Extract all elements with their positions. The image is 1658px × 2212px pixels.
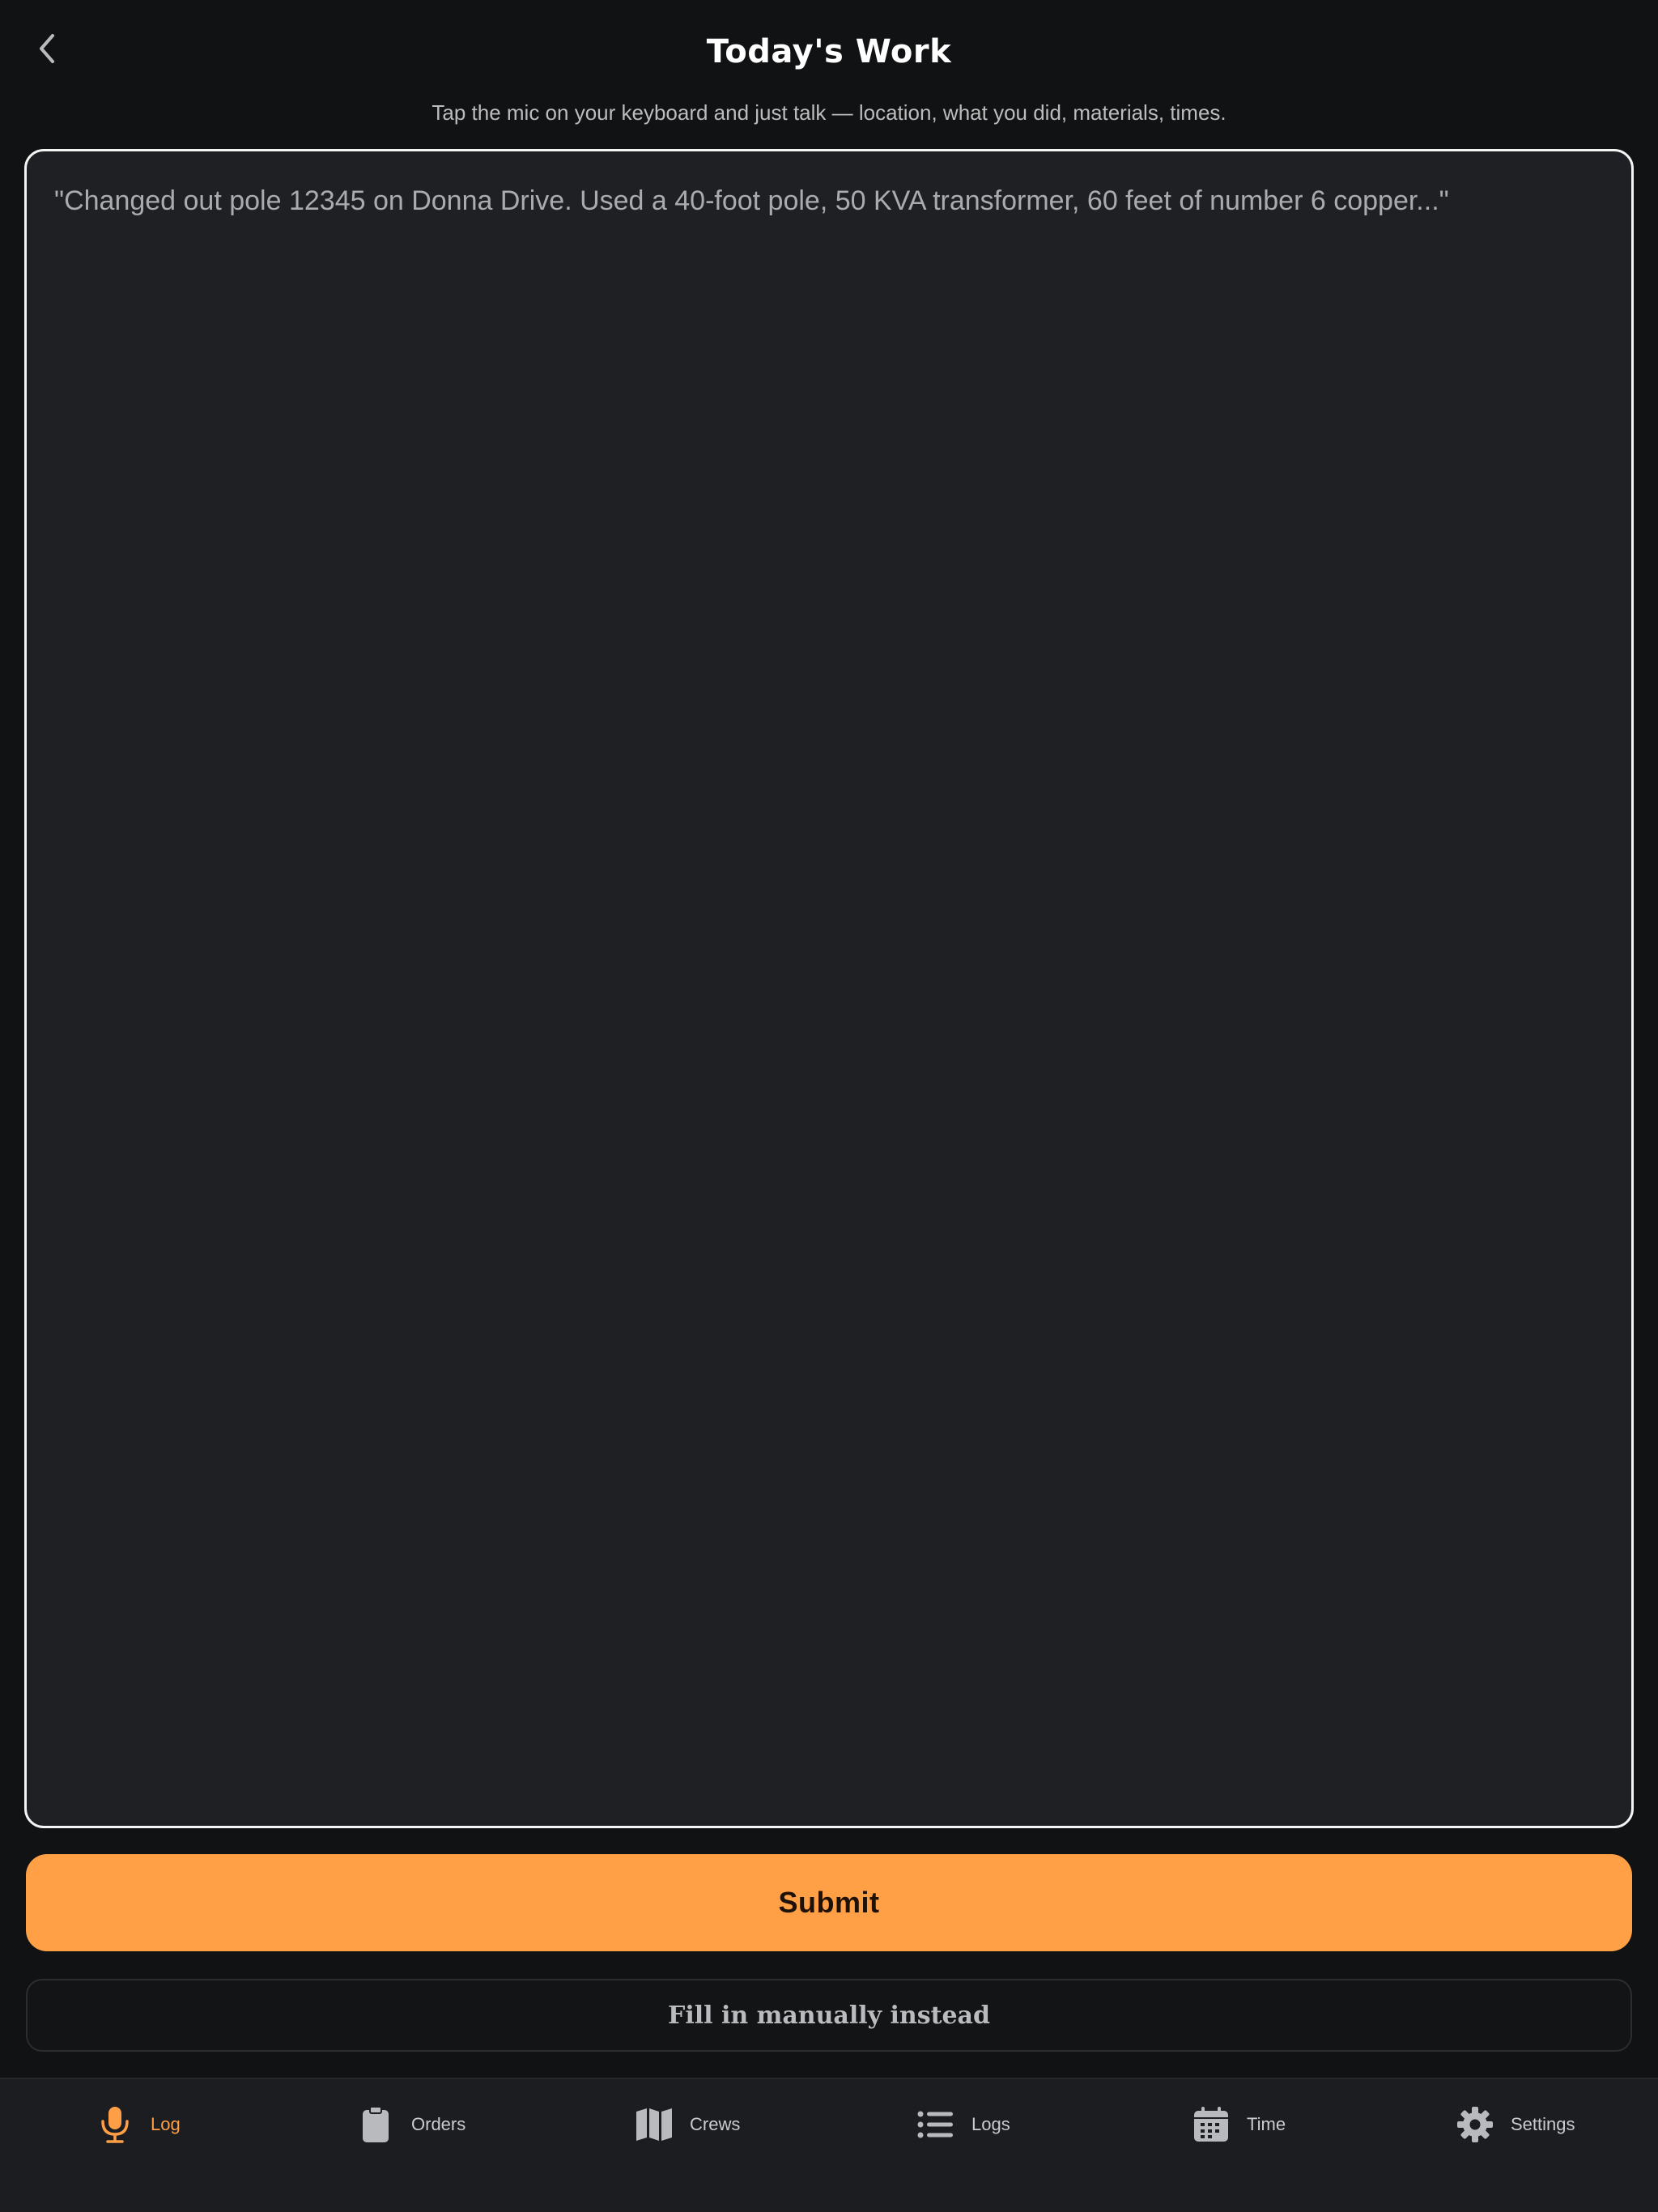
tab-log[interactable]: Log [96,2100,181,2149]
map-icon [635,2105,674,2144]
mic-icon [96,2105,134,2144]
tab-logs-label: Logs [971,2114,1010,2134]
bottom-tab-bar: Log Orders Crews Logs Time Settings [0,2078,1658,2212]
tab-crews-label: Crews [690,2114,741,2134]
clipboard-icon [356,2105,395,2144]
tab-orders[interactable]: Orders [356,2100,466,2149]
work-description-box [24,149,1634,1828]
tab-time-label: Time [1247,2114,1286,2134]
page-title: Today's Work [706,33,952,70]
fill-manually-label: Fill in manually instead [668,2001,990,2030]
tab-orders-label: Orders [411,2114,466,2134]
tab-settings-label: Settings [1511,2114,1575,2134]
today-work-screen: Today's Work Tap the mic on your keyboar… [0,0,1658,2212]
work-description-input[interactable] [27,151,1631,1826]
calendar-icon [1192,2105,1231,2144]
tab-log-label: Log [151,2114,181,2134]
tab-time[interactable]: Time [1192,2100,1286,2149]
tab-settings[interactable]: Settings [1456,2100,1575,2149]
tab-logs[interactable]: Logs [916,2100,1010,2149]
submit-button-label: Submit [778,1886,880,1919]
fill-manually-button[interactable]: Fill in manually instead [26,1979,1632,2052]
list-icon [916,2105,955,2144]
page-subtitle: Tap the mic on your keyboard and just ta… [432,100,1226,125]
submit-button[interactable]: Submit [26,1854,1632,1951]
tab-crews[interactable]: Crews [635,2100,740,2149]
gear-icon [1456,2105,1494,2144]
